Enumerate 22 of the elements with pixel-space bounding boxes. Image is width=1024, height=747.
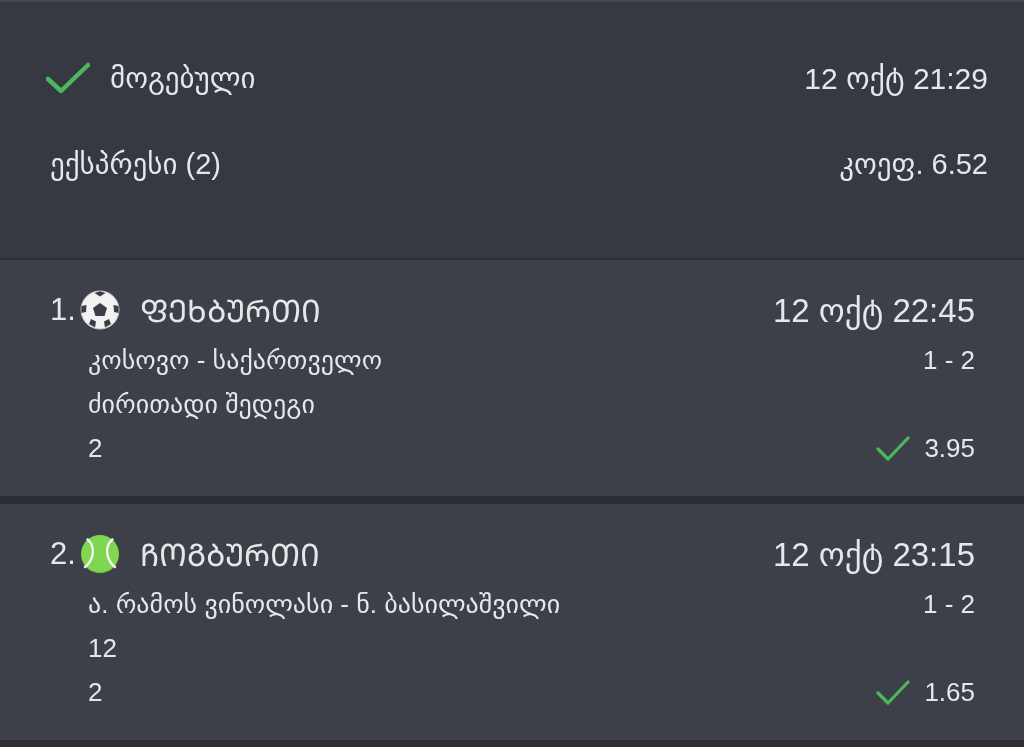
selection-number: 2. bbox=[50, 536, 76, 572]
odds-value: 3.95 bbox=[924, 432, 975, 464]
soccer-ball-icon bbox=[79, 290, 120, 330]
match-name: კოსოვო - საქართველო bbox=[88, 344, 383, 376]
market-name: 12 bbox=[88, 632, 117, 664]
odds-value: 1.65 bbox=[924, 676, 975, 708]
tennis-ball-icon bbox=[79, 534, 120, 574]
total-odds: კოეფ. 6.52 bbox=[839, 147, 988, 181]
selection-number: 1. bbox=[50, 292, 76, 328]
start-time: 12 ოქტ 23:15 bbox=[772, 534, 975, 574]
pick-label: 2 bbox=[88, 432, 103, 464]
bet-date: 12 ოქტ 21:29 bbox=[804, 60, 988, 96]
match-name: ა. რამოს ვინოლასი - ნ. ბასილაშვილი bbox=[88, 588, 561, 620]
pick-label: 2 bbox=[88, 676, 103, 708]
start-time: 12 ოქტ 22:45 bbox=[772, 290, 975, 330]
status-label: მოგებული bbox=[110, 61, 256, 95]
match-score: 1 - 2 bbox=[922, 588, 975, 620]
bet-type: ექსპრესი (2) bbox=[50, 147, 221, 181]
match-score: 1 - 2 bbox=[922, 344, 975, 376]
sport-name: ᲤᲔᲮᲑᲣᲠᲗᲘ bbox=[139, 293, 321, 331]
sport-name: ᲩᲝᲒᲑᲣᲠᲗᲘ bbox=[139, 537, 320, 575]
market-name: ძირითადი შედეგი bbox=[88, 388, 315, 420]
